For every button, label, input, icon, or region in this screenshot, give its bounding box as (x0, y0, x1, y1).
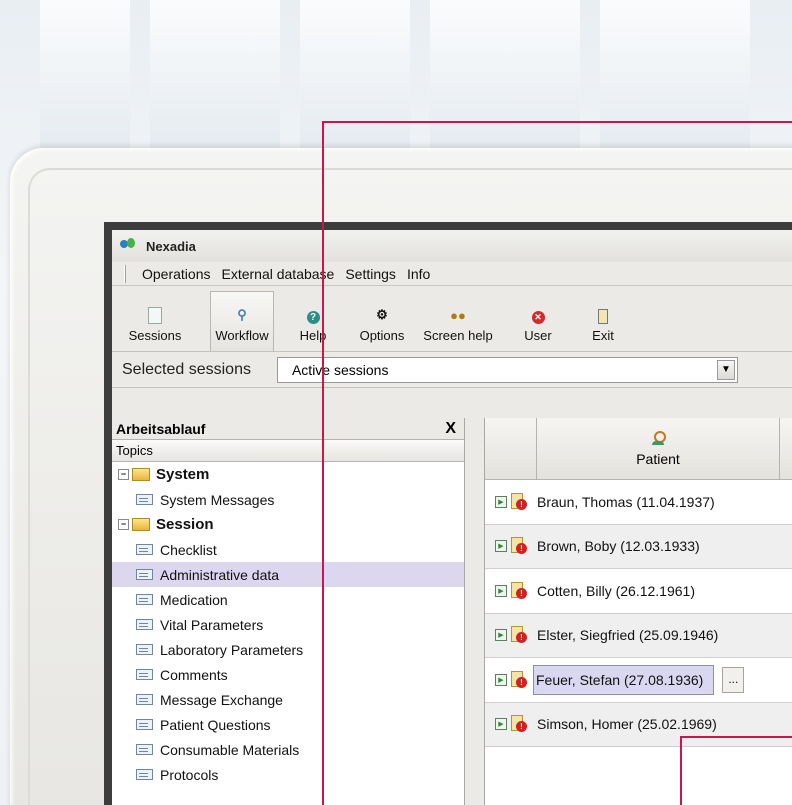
patient-row-active[interactable]: ▶ Feuer, Stefan (27.08.1936) ... (485, 658, 792, 703)
menu-bar: Operations External database Settings In… (112, 262, 792, 286)
callout-line (680, 736, 792, 738)
patient-grid-header: Patient (485, 418, 792, 480)
topic-icon (136, 594, 153, 605)
topic-icon (136, 494, 153, 505)
tree-group-system[interactable]: − System (112, 462, 464, 487)
toolbar: Sessions ⚲ Workflow ? Help ⚙ Options ●● … (112, 286, 792, 352)
background-window (40, 0, 130, 150)
topic-icon (136, 769, 153, 780)
patient-column-header[interactable]: Patient (537, 418, 780, 479)
window-title: Nexadia (146, 238, 196, 254)
options-button[interactable]: ⚙ Options (354, 291, 410, 351)
workflow-panel: Arbeitsablauf X Topics − System System M… (112, 418, 465, 805)
menu-settings[interactable]: Settings (345, 266, 396, 282)
screen-help-button[interactable]: ●● Screen help (416, 291, 500, 351)
tree-item-patient-questions[interactable]: Patient Questions (112, 712, 464, 737)
alert-status-icon (511, 715, 529, 733)
session-filter-dropdown[interactable]: Active sessions ▼ (276, 356, 738, 383)
topic-icon (136, 694, 153, 705)
exit-icon (598, 309, 608, 324)
menu-info[interactable]: Info (407, 266, 430, 282)
callout-line (322, 121, 792, 123)
background-window (150, 0, 280, 150)
callout-line (680, 736, 682, 805)
dropdown-arrow-icon[interactable]: ▼ (716, 359, 735, 380)
screen-help-icon: ●● (450, 307, 466, 323)
background-window (430, 0, 580, 150)
background-window (300, 0, 410, 150)
tree-item-vital-parameters[interactable]: Vital Parameters (112, 612, 464, 637)
tree-item-checklist[interactable]: Checklist (112, 537, 464, 562)
session-filter-value: Active sessions (291, 361, 389, 378)
topic-icon (136, 569, 153, 580)
alert-status-icon (511, 581, 529, 600)
workflow-button[interactable]: ⚲ Workflow (210, 291, 274, 351)
topic-icon (136, 644, 153, 655)
collapse-icon[interactable]: − (118, 519, 129, 530)
workflow-panel-title: Arbeitsablauf (116, 420, 206, 437)
play-icon[interactable]: ▶ (495, 673, 507, 686)
patient-icon (652, 430, 666, 445)
folder-icon (132, 468, 150, 481)
play-icon[interactable]: ▶ (495, 495, 507, 508)
play-icon[interactable]: ▶ (495, 629, 507, 642)
menu-grip (124, 264, 126, 283)
row-details-button[interactable]: ... (722, 666, 745, 693)
workflow-icon: ⚲ (237, 307, 247, 322)
tree-item-laboratory-parameters[interactable]: Laboratory Parameters (112, 637, 464, 662)
play-icon[interactable]: ▶ (495, 584, 507, 597)
tree-item-message-exchange[interactable]: Message Exchange (112, 687, 464, 712)
user-button[interactable]: ✕ User (518, 291, 558, 351)
play-icon[interactable]: ▶ (495, 718, 507, 731)
topic-icon (136, 719, 153, 730)
selected-sessions-label: Selected sessions (122, 360, 251, 378)
tree-group-session[interactable]: − Session (112, 512, 464, 537)
menu-operations[interactable]: Operations (142, 266, 210, 282)
topics-header: Topics (112, 440, 464, 462)
sessions-button[interactable]: Sessions (124, 291, 186, 351)
help-button[interactable]: ? Help (292, 291, 334, 351)
options-icon: ⚙ (376, 307, 388, 322)
tree-item-consumable-materials[interactable]: Consumable Materials (112, 737, 464, 762)
alert-status-icon (511, 537, 529, 555)
alert-status-icon (511, 492, 529, 511)
patient-row[interactable]: ▶ Elster, Siegfried (25.09.1946) (485, 613, 792, 658)
workflow-panel-header: Arbeitsablauf X (112, 418, 464, 440)
tree-item-medication[interactable]: Medication (112, 587, 464, 612)
topic-icon (136, 669, 153, 680)
alert-status-icon (511, 626, 529, 644)
folder-icon (132, 518, 150, 531)
close-panel-button[interactable]: X (445, 420, 460, 438)
title-bar: Nexadia (112, 230, 792, 262)
user-icon: ✕ (531, 311, 545, 324)
patient-grid: Patient ▶ Braun, Thomas (11.04.1937) ▶ B… (484, 418, 792, 805)
tree-item-protocols[interactable]: Protocols (112, 762, 464, 787)
alert-status-icon (511, 670, 529, 689)
patient-row[interactable]: ▶ Simson, Homer (25.02.1969) (485, 702, 792, 747)
patient-row[interactable]: ▶ Braun, Thomas (11.04.1937) (485, 480, 792, 525)
exit-button[interactable]: Exit (588, 291, 618, 351)
tree-item-system-messages[interactable]: System Messages (112, 487, 464, 512)
collapse-icon[interactable]: − (118, 469, 129, 480)
topic-icon (136, 544, 153, 555)
menu-external-database[interactable]: External database (221, 266, 334, 282)
app-window: Nexadia Operations External database Set… (112, 230, 792, 805)
play-icon[interactable]: ▶ (495, 540, 507, 553)
patient-row[interactable]: ▶ Brown, Boby (12.03.1933) (485, 524, 792, 569)
nexadia-logo-icon (120, 238, 136, 254)
background-window (600, 0, 750, 150)
tree-item-administrative-data[interactable]: Administrative data (112, 562, 464, 587)
status-column-header (485, 418, 537, 479)
monitor-screen: Nexadia Operations External database Set… (104, 222, 792, 805)
tree-item-comments[interactable]: Comments (112, 662, 464, 687)
topic-icon (136, 744, 153, 755)
patient-row[interactable]: ▶ Cotten, Billy (26.12.1961) (485, 569, 792, 614)
session-filter-bar: Selected sessions Active sessions ▼ (112, 352, 792, 388)
sessions-icon (148, 307, 162, 324)
help-icon: ? (306, 311, 320, 324)
callout-line (322, 121, 324, 805)
topic-icon (136, 619, 153, 630)
